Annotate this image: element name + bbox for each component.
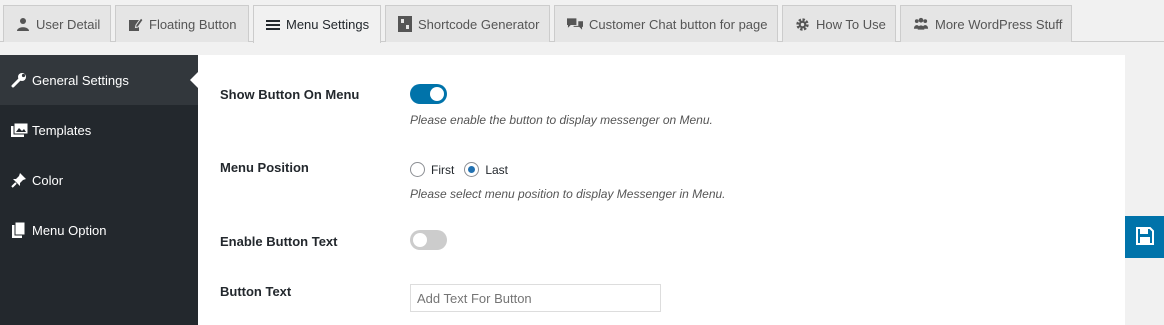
tab-label: More WordPress Stuff	[935, 16, 1063, 32]
show-button-label: Show Button On Menu	[220, 87, 360, 102]
save-icon	[1135, 226, 1154, 248]
sidebar-item-label: Templates	[32, 122, 92, 138]
sidebar-item-general-settings[interactable]: General Settings	[0, 55, 198, 105]
sidebar-item-color[interactable]: Color	[0, 155, 198, 205]
menu-icon	[266, 17, 280, 33]
sidebar-item-label: Menu Option	[32, 222, 107, 238]
tab-label: How To Use	[816, 16, 886, 32]
tab-more-wordpress[interactable]: More WordPress Stuff	[900, 5, 1072, 42]
button-text-input[interactable]	[410, 284, 661, 312]
radio-last[interactable]	[464, 162, 480, 177]
sidebar-item-templates[interactable]: Templates	[0, 105, 198, 155]
tab-customer-chat[interactable]: Customer Chat button for page	[554, 5, 778, 42]
toggle-knob	[430, 87, 444, 101]
shortcode-icon	[398, 16, 412, 32]
sidebar-item-label: Color	[32, 172, 64, 188]
wrench-icon	[10, 71, 28, 89]
tab-label: User Detail	[36, 16, 101, 32]
tab-label: Menu Settings	[286, 17, 370, 32]
save-button[interactable]	[1125, 216, 1164, 258]
radio-label: First	[431, 162, 455, 177]
menu-position-label: Menu Position	[220, 160, 309, 175]
show-button-toggle[interactable]	[410, 84, 447, 104]
edit-icon	[128, 16, 143, 32]
tab-label: Floating Button	[149, 16, 237, 32]
user-icon	[16, 16, 30, 32]
menu-position-description: Please select menu position to display M…	[410, 187, 726, 201]
radio-label: Last	[485, 162, 509, 177]
tab-menu-settings[interactable]: Menu Settings	[253, 5, 381, 43]
radio-option-first[interactable]: First	[410, 162, 454, 177]
settings-sidebar: General Settings Templates Color Menu Op…	[0, 55, 198, 325]
enable-button-text-toggle[interactable]	[410, 230, 447, 250]
radio-first[interactable]	[410, 162, 425, 177]
images-icon	[10, 121, 28, 139]
tab-floating-button[interactable]: Floating Button	[115, 5, 249, 42]
tab-how-to-use[interactable]: How To Use	[782, 5, 896, 42]
enable-button-text-label: Enable Button Text	[220, 234, 338, 249]
tab-user-detail[interactable]: User Detail	[3, 5, 111, 42]
gear-icon	[795, 16, 810, 32]
tab-shortcode-generator[interactable]: Shortcode Generator	[385, 5, 550, 42]
settings-panel: Show Button On Menu Please enable the bu…	[198, 55, 1125, 325]
menu-position-radio-group: First Last	[410, 162, 518, 177]
toggle-knob	[413, 233, 427, 247]
sidebar-item-label: General Settings	[32, 72, 129, 88]
tab-label: Shortcode Generator	[418, 16, 540, 32]
pages-icon	[10, 221, 28, 239]
show-button-description: Please enable the button to display mess…	[410, 113, 713, 127]
group-icon	[913, 16, 929, 32]
tab-bar: User Detail Floating Button Menu Setting…	[0, 0, 1164, 43]
pin-icon	[10, 171, 28, 189]
sidebar-item-menu-option[interactable]: Menu Option	[0, 205, 198, 255]
tab-label: Customer Chat button for page	[589, 16, 768, 32]
radio-option-last[interactable]: Last	[464, 162, 508, 177]
button-text-label: Button Text	[220, 284, 292, 299]
chat-icon	[567, 16, 583, 32]
